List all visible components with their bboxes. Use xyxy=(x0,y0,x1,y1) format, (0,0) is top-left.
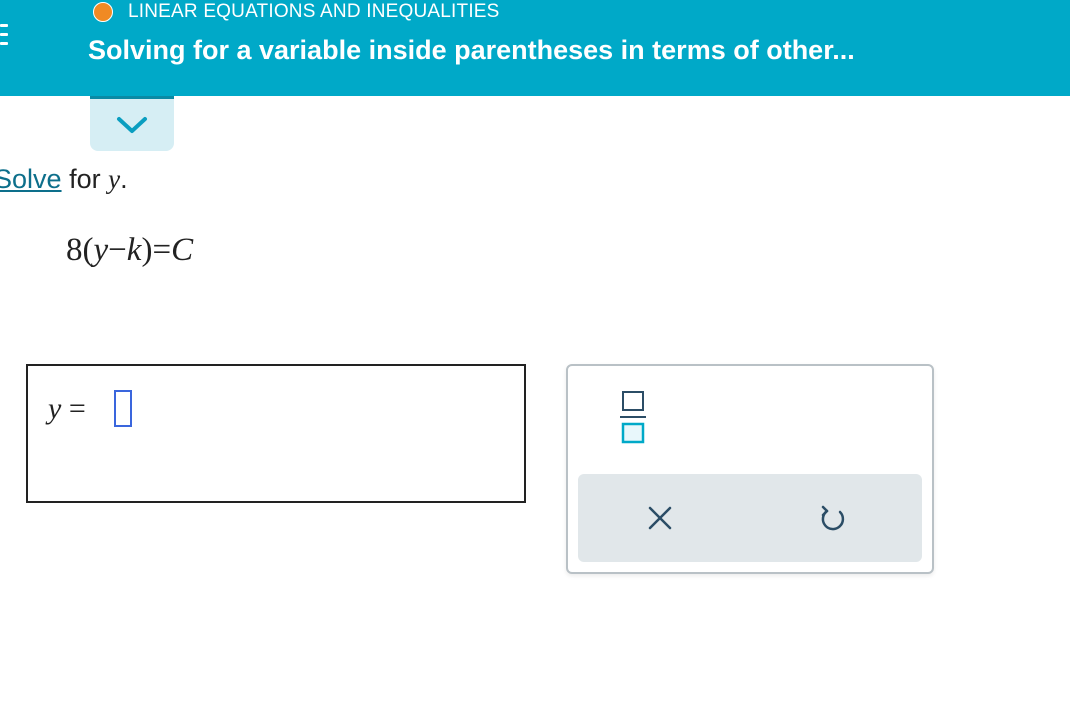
equation-var-k: k xyxy=(126,232,142,268)
chevron-down-icon xyxy=(117,117,147,133)
action-bar xyxy=(578,474,922,562)
answer-variable: y xyxy=(48,392,62,425)
equation: 8(y−k)=C xyxy=(66,232,193,269)
topic-label: LINEAR EQUATIONS AND INEQUALITIES xyxy=(128,1,500,22)
topic-status-dot xyxy=(93,2,113,22)
undo-icon xyxy=(821,505,845,531)
undo-button[interactable] xyxy=(816,502,848,534)
equation-minus: − xyxy=(108,232,127,268)
answer-area[interactable]: y = xyxy=(26,364,526,503)
expand-header-button[interactable] xyxy=(90,96,174,151)
menu-icon[interactable] xyxy=(0,24,8,48)
equation-var-y: y xyxy=(93,232,109,268)
solve-link[interactable]: Solve xyxy=(0,164,62,194)
answer-input[interactable] xyxy=(114,390,132,427)
fraction-icon xyxy=(620,391,646,444)
equation-coefficient: 8 xyxy=(66,232,83,268)
fraction-button[interactable] xyxy=(618,388,648,448)
problem-prompt: Solve for y. xyxy=(0,164,128,195)
prompt-variable: y xyxy=(108,164,121,194)
equation-open-paren: ( xyxy=(82,232,94,268)
answer-label: y = xyxy=(48,392,86,426)
answer-equals: = xyxy=(68,392,86,425)
equation-close-paren: ) xyxy=(141,232,153,268)
clear-icon xyxy=(648,506,672,530)
equation-rhs: C xyxy=(171,232,194,268)
clear-button[interactable] xyxy=(644,502,676,534)
prompt-period: . xyxy=(120,164,128,194)
header-bar: LINEAR EQUATIONS AND INEQUALITIES Solvin… xyxy=(0,0,1070,96)
page-title: Solving for a variable inside parenthese… xyxy=(88,35,855,65)
equation-equals: = xyxy=(152,232,172,268)
prompt-text: for xyxy=(69,164,101,194)
math-palette xyxy=(566,364,934,574)
